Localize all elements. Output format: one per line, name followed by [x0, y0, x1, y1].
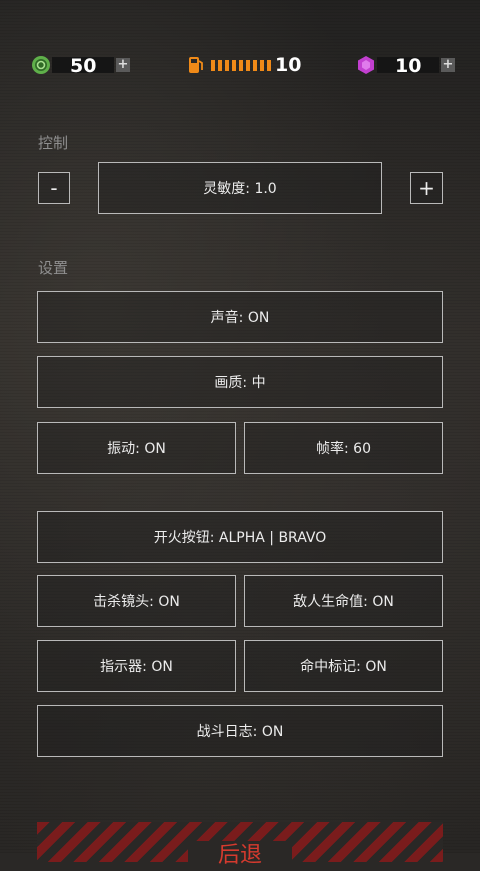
retreat-label[interactable]: 后退 [188, 841, 292, 871]
fuel-segment [267, 59, 271, 71]
fuel-segment [246, 59, 250, 71]
coins-value: 50 [70, 55, 97, 77]
kill-cam-label: 击杀镜头: ON [93, 594, 180, 610]
kill-cam-toggle-button[interactable]: 击杀镜头: ON [37, 575, 236, 627]
plus-label: + [418, 176, 435, 200]
hit-marker-toggle-button[interactable]: 命中标记: ON [244, 640, 443, 692]
gems-counter: 10 + [355, 54, 455, 77]
controls-section-label: 控制 [38, 134, 69, 152]
fire-button-label: 开火按钮: ALPHA | BRAVO [153, 530, 327, 546]
coins-counter: 50 + [30, 54, 130, 77]
enemy-health-toggle-button[interactable]: 敌人生命值: ON [244, 575, 443, 627]
decrease-sensitivity-button[interactable]: - [38, 172, 70, 204]
sensitivity-label: 灵敏度: 1.0 [203, 181, 277, 197]
fuel-segment [225, 59, 229, 71]
combat-log-label: 战斗日志: ON [196, 724, 284, 740]
settings-section-label: 设置 [38, 259, 69, 277]
vibration-toggle-button[interactable]: 振动: ON [37, 422, 236, 474]
gems-value: 10 [395, 55, 422, 77]
fuel-segment [232, 59, 236, 71]
minus-label: - [50, 176, 58, 200]
coins-track: 50 [52, 55, 114, 77]
sound-label: 声音: ON [210, 310, 270, 326]
gem-icon [355, 54, 377, 76]
fuel-segment [211, 59, 215, 71]
enemy-health-label: 敌人生命值: ON [293, 594, 394, 610]
increase-sensitivity-button[interactable]: + [410, 172, 443, 204]
gems-track: 10 [377, 55, 439, 77]
fuel-level-bar [211, 59, 271, 71]
fuel-segment [218, 59, 222, 71]
fuel-segment [260, 59, 264, 71]
fuel-segment [239, 59, 243, 71]
fire-button-mode-button[interactable]: 开火按钮: ALPHA | BRAVO [37, 511, 443, 563]
vibration-label: 振动: ON [107, 441, 166, 457]
framerate-label: 帧率: 60 [316, 441, 371, 457]
hit-marker-label: 命中标记: ON [300, 659, 387, 675]
fuel-icon [185, 54, 207, 76]
combat-log-toggle-button[interactable]: 战斗日志: ON [37, 705, 443, 757]
sensitivity-display: 灵敏度: 1.0 [98, 162, 382, 214]
coin-icon [30, 54, 52, 76]
indicator-label: 指示器: ON [100, 659, 173, 675]
quality-button[interactable]: 画质: 中 [37, 356, 443, 408]
add-coins-button[interactable]: + [116, 58, 130, 72]
fuel-counter: 10 [185, 54, 301, 76]
indicator-toggle-button[interactable]: 指示器: ON [37, 640, 236, 692]
fuel-segment [253, 59, 257, 71]
framerate-button[interactable]: 帧率: 60 [244, 422, 443, 474]
fuel-value: 10 [275, 54, 302, 76]
add-gems-button[interactable]: + [441, 58, 455, 72]
quality-label: 画质: 中 [214, 375, 266, 391]
sound-toggle-button[interactable]: 声音: ON [37, 291, 443, 343]
